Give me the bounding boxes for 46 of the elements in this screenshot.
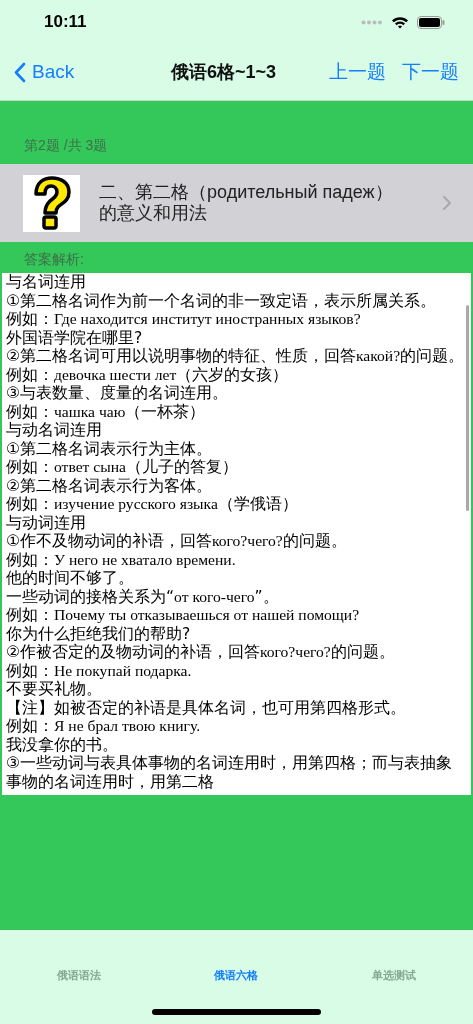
answer-line: 例如：чашка чаю（一杯茶） — [6, 402, 206, 421]
answer-line: 与动名词连用 — [6, 421, 102, 440]
battery-icon — [417, 15, 445, 29]
answer-line: 外国语学院在哪里? — [6, 328, 143, 347]
answer-line: ③一些动词与表具体事物的名词连用时，用第四格；而与表抽象 — [6, 754, 452, 773]
wifi-icon — [391, 15, 409, 29]
answer-line: 例如：Почему ты отказываешься от нашей помощи? — [6, 606, 360, 625]
answer-line: 例如：ответ сына（儿子的答复） — [6, 458, 238, 477]
question-counter: 第2题 /共 3题 — [24, 137, 108, 153]
answer-line: 不要买礼物。 — [6, 680, 102, 699]
answer-line: 例如：Я не брал твою книгу. — [6, 717, 201, 736]
chevron-left-icon — [14, 61, 26, 83]
answer-line: 与动词连用 — [6, 513, 86, 532]
tab-item[interactable]: 单选测试 — [334, 968, 455, 983]
answer-line: 他的时间不够了。 — [6, 569, 134, 588]
tab-item[interactable]: 俄语六格 — [176, 968, 297, 983]
answer-line: 例如：Где находится институт иностранных языков? — [6, 310, 361, 329]
answer-line: ②第二格名词可用以说明事物的特征、性质，回答какой?的问题。 — [6, 347, 465, 366]
status-time: 10:11 — [44, 12, 87, 32]
answer-line: ①第二格名词表示行为主体。 — [6, 439, 212, 458]
answer-line: 【注】如被否定的补语是具体名词，也可用第四格形式。 — [6, 698, 406, 717]
answer-line: 你为什么拒绝我们的帮助? — [6, 624, 191, 643]
answer-line: 例如：Не покупай подарка. — [6, 661, 192, 680]
answer-line: 例如：У него не хватало времени. — [6, 550, 236, 569]
question-mark-icon — [23, 174, 80, 232]
signal-icon — [361, 19, 383, 25]
question-title: 二、第二格（родительный падеж）的意义和用法 — [99, 182, 394, 224]
answer-line: ①第二格名词作为前一个名词的非一致定语，表示所属关系。 — [6, 291, 436, 310]
answer-line: ①作不及物动词的补语，回答кого?чего?的问题。 — [6, 532, 347, 551]
answer-line: 我没拿你的书。 — [6, 735, 118, 754]
answer-line: 例如：девочка шести лет（六岁的女孩） — [6, 365, 289, 384]
question-row[interactable]: 二、第二格（родительный падеж）的意义和用法 — [0, 164, 473, 242]
back-button[interactable]: Back — [14, 61, 75, 83]
answer-line: 例如：изучение русского языка（学俄语） — [6, 495, 298, 514]
previous-question-button[interactable]: 上一题 — [329, 59, 386, 85]
answer-line: ③与表数量、度量的名词连用。 — [6, 384, 228, 403]
next-question-button[interactable]: 下一题 — [402, 59, 459, 85]
answer-heading: 答案解析: — [24, 251, 84, 267]
tab-item[interactable]: 俄语语法 — [18, 968, 139, 983]
nav-title: 俄语6格~1~3 — [170, 62, 277, 82]
answer-line: 一些动词的接格关系为“от кого-чего”。 — [6, 587, 279, 606]
chevron-right-icon — [443, 196, 451, 210]
answer-line: ②第二格名词表示行为客体。 — [6, 476, 212, 495]
answer-line: 与名词连用 — [6, 273, 86, 292]
answer-line: 事物的名词连用时，用第二格 — [6, 772, 214, 791]
answer-line: ②作被否定的及物动词的补语，回答кого?чего?的问题。 — [6, 643, 395, 662]
